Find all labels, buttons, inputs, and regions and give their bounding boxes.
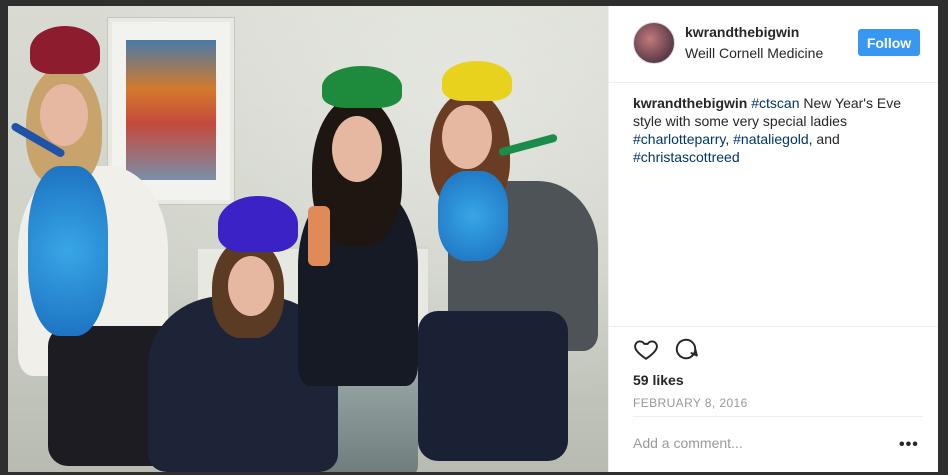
caption-separator-1: , [725,131,734,147]
caption-separator-2: , and [808,131,840,147]
more-options-icon[interactable]: ••• [899,436,919,454]
post-side-panel: kwrandthebigwin Weill Cornell Medicine F… [608,6,938,472]
caption: kwrandthebigwin #ctscan New Year's Eve s… [633,94,923,166]
person-3 [288,66,428,472]
person-4-hat [442,61,512,101]
person-4 [408,61,608,472]
comment-input[interactable]: Add a comment... [633,435,743,451]
hashtag-ctscan[interactable]: #ctscan [751,95,799,111]
hashtag-charlotteparry[interactable]: #charlotteparry [633,131,725,147]
comment-icon[interactable] [673,336,699,362]
post-date: FEBRUARY 8, 2016 [633,396,748,410]
person-3-bottle [308,206,330,266]
avatar[interactable] [633,22,675,64]
follow-button[interactable]: Follow [858,29,920,56]
heart-icon[interactable] [633,336,659,362]
hashtag-christascottreed[interactable]: #christascottreed [633,149,740,165]
caption-username[interactable]: kwrandthebigwin [633,95,747,111]
person-4-legs [418,311,568,461]
username-link[interactable]: kwrandthebigwin [685,24,799,40]
actions-divider [609,326,938,328]
person-1-hat [30,26,100,74]
hashtag-nataliegold[interactable]: #nataliegold [733,131,809,147]
comment-divider [633,416,923,418]
location-link[interactable]: Weill Cornell Medicine [685,45,823,61]
post-frame: kwrandthebigwin Weill Cornell Medicine F… [8,6,938,472]
post-photo[interactable] [8,6,608,472]
person-1-head [40,84,88,146]
person-4-head [442,105,492,169]
likes-count[interactable]: 59 likes [633,372,684,388]
person-2-hat [218,196,298,252]
person-4-boa [438,171,508,261]
person-3-head [332,116,382,182]
person-3-hat [322,66,402,108]
person-1-boa [28,166,108,336]
person-2-head [228,256,274,316]
post-header: kwrandthebigwin Weill Cornell Medicine F… [609,6,938,83]
